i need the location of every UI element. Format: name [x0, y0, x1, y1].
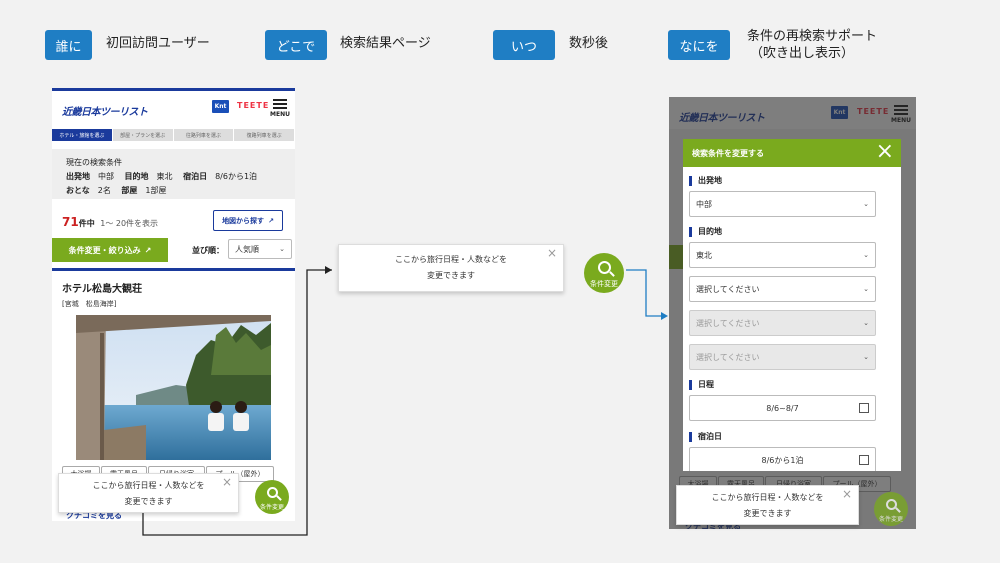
- modal-phone: 近畿日本ツーリスト Knt TEETE MENU 大浴場 露天風呂 日帰り浴室 …: [669, 97, 916, 529]
- search-result-phone: 近畿日本ツーリスト Knt TEETE MENU ホテル・旅館を選ぶ 部屋・プラ…: [52, 88, 295, 521]
- external-link-icon: [859, 403, 869, 413]
- tag-what-text-2: （吹き出し表示）: [750, 46, 855, 61]
- tooltip-bubble: × ここから旅行日程・人数などを 変更できます: [676, 485, 859, 525]
- departure-select[interactable]: 中部 ⌄: [689, 191, 876, 217]
- fab-label: 条件変更: [878, 516, 903, 523]
- nights-label: 宿泊日: [689, 432, 722, 442]
- change-conditions-fab[interactable]: 条件変更: [255, 480, 289, 514]
- teete-logo: TEETE: [237, 101, 270, 110]
- fab-label: 条件変更: [590, 280, 618, 288]
- chevron-down-icon: ⌄: [863, 285, 869, 293]
- hotel-name[interactable]: ホテル松島大観荘: [62, 280, 142, 295]
- tag-when-text: 数秒後: [569, 36, 609, 51]
- arrow-to-modal: [626, 269, 663, 317]
- modal-header: 検索条件を変更する ×: [683, 139, 901, 167]
- booking-steps: ホテル・旅館を選ぶ 部屋・プランを選ぶ 往路列車を選ぶ 復路列車を選ぶ: [52, 129, 295, 141]
- schedule-field[interactable]: 8/6~8/7: [689, 395, 876, 421]
- map-search-button[interactable]: 地図から探す ↗: [213, 210, 283, 231]
- destination-select[interactable]: 東北 ⌄: [689, 242, 876, 268]
- tag-who: 誰に: [45, 30, 92, 60]
- hotel-area: [宮城 松島海岸]: [62, 300, 117, 308]
- change-conditions-button[interactable]: 条件変更・絞り込み ↗: [52, 238, 168, 262]
- destination-area-select[interactable]: 選択してください ⌄: [689, 276, 876, 302]
- tag-where-text: 検索結果ページ: [340, 36, 431, 51]
- external-link-icon: ↗: [144, 245, 152, 255]
- step-1: ホテル・旅館を選ぶ: [52, 129, 112, 141]
- chevron-down-icon: ⌄: [863, 200, 869, 208]
- tag-who-text: 初回訪問ユーザー: [106, 36, 210, 51]
- step-2: 部屋・プランを選ぶ: [112, 129, 173, 141]
- tag-what-text: 条件の再検索サポート: [747, 29, 878, 44]
- knt-logo: Knt: [212, 100, 229, 113]
- destination-label: 目的地: [689, 227, 722, 237]
- arrow-to-bubble-head: [325, 266, 332, 274]
- fab-label: 条件変更: [259, 504, 284, 511]
- tag-what: なにを: [668, 30, 730, 60]
- search-icon: [885, 499, 897, 510]
- chevron-down-icon: ⌄: [863, 319, 869, 327]
- close-icon[interactable]: ×: [547, 245, 557, 261]
- conditions-row-2: おとな 2名 部屋 1部屋: [66, 186, 167, 195]
- external-link-icon: [859, 455, 869, 465]
- tooltip-bubble-enlarged: × ここから旅行日程・人数などを 変更できます: [338, 244, 564, 292]
- sort-label: 並び順：: [192, 246, 224, 255]
- site-logo[interactable]: 近畿日本ツーリスト: [62, 103, 148, 118]
- close-icon[interactable]: ×: [222, 474, 232, 490]
- modal-title: 検索条件を変更する: [692, 149, 764, 158]
- tag-when: いつ: [493, 30, 555, 60]
- arrow-to-modal-head: [661, 312, 668, 320]
- menu-button[interactable]: MENU: [270, 99, 290, 118]
- chevron-down-icon: ⌄: [279, 245, 285, 253]
- change-conditions-fab-enlarged[interactable]: 条件変更: [584, 253, 624, 293]
- destination-subarea-select: 選択してください ⌄: [689, 310, 876, 336]
- chevron-down-icon: ⌄: [863, 353, 869, 361]
- result-count: 71件中 1～ 20件を表示: [62, 215, 159, 229]
- chevron-down-icon: ⌄: [863, 251, 869, 259]
- tooltip-bubble: × ここから旅行日程・人数などを 変更できます: [58, 473, 239, 513]
- step-3: 往路列車を選ぶ: [173, 129, 234, 141]
- change-conditions-fab[interactable]: 条件変更: [874, 492, 908, 526]
- sort-select[interactable]: 人気順 ⌄: [228, 239, 292, 259]
- current-conditions: 現在の検索条件 出発地 中部 目的地 東北 宿泊日 8/6から1泊 おとな 2名…: [52, 149, 295, 199]
- search-conditions-modal: 検索条件を変更する × 出発地 中部 ⌄ 目的地 東北 ⌄ 選択してください ⌄ 選択…: [683, 139, 901, 471]
- menu-label: MENU: [270, 111, 290, 118]
- schedule-label: 日程: [689, 380, 714, 390]
- close-icon[interactable]: ×: [842, 486, 852, 502]
- search-icon: [266, 487, 278, 498]
- hamburger-icon: [272, 99, 287, 109]
- tag-where: どこで: [265, 30, 327, 60]
- external-link-icon: ↗: [268, 216, 274, 225]
- nights-field[interactable]: 8/6から1泊: [689, 447, 876, 471]
- step-4: 復路列車を選ぶ: [234, 129, 294, 141]
- destination-detail-select: 選択してください ⌄: [689, 344, 876, 370]
- conditions-title: 現在の検索条件: [66, 158, 122, 167]
- hotel-photo[interactable]: [76, 315, 271, 460]
- section-divider: [52, 268, 295, 271]
- search-icon: [597, 261, 611, 274]
- close-icon[interactable]: ×: [876, 139, 894, 165]
- conditions-row-1: 出発地 中部 目的地 東北 宿泊日 8/6から1泊: [66, 172, 258, 181]
- departure-label: 出発地: [689, 176, 722, 186]
